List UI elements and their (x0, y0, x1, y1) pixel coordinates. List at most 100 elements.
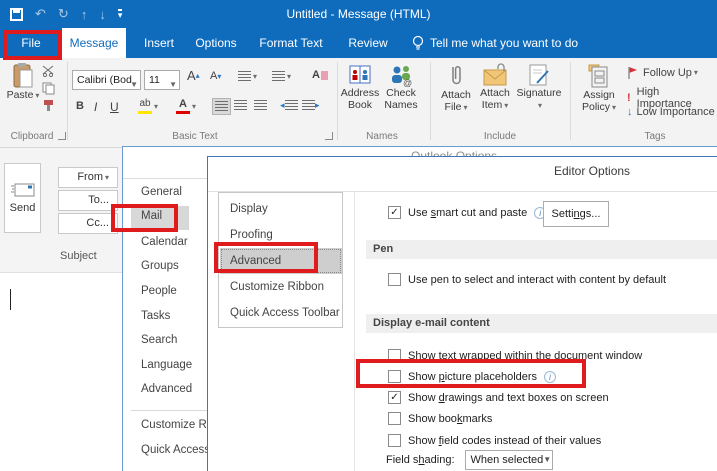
tab-message[interactable]: Message (62, 28, 126, 58)
nav-groups[interactable]: Groups (141, 260, 179, 276)
copy-icon (42, 82, 55, 95)
send-envelope-icon (10, 183, 34, 197)
tell-me-box[interactable]: Tell me what you want to do (412, 28, 578, 58)
decrease-indent-button[interactable]: ◂ (280, 100, 298, 111)
smart-cut-paste-label: Use smart cut and paste (408, 206, 528, 219)
follow-up-button[interactable]: Follow Up (627, 66, 698, 79)
send-button[interactable]: Send (4, 163, 41, 233)
names-group-label: Names (366, 131, 398, 142)
align-left-button[interactable] (212, 98, 231, 115)
follow-up-flag-icon (628, 67, 637, 79)
use-pen-checkbox[interactable] (388, 273, 401, 286)
align-right-button[interactable] (254, 100, 267, 111)
address-book-button[interactable]: Address Book (341, 63, 379, 111)
assign-policy-icon (588, 64, 608, 88)
clipboard-dialog-launcher-icon[interactable] (58, 132, 66, 140)
assign-policy-button[interactable]: Assign Policy (578, 63, 620, 114)
grow-font-button[interactable]: A ▴ (187, 68, 200, 83)
outlook-message-window: ↶ ↻ ↑ ↓ ▾ Untitled - Message (HTML) File… (0, 0, 717, 471)
chevron-down-icon: ▼ (169, 80, 177, 89)
field-shading-dropdown[interactable]: When selected ▼ (464, 449, 553, 470)
attach-item-envelope-icon (483, 63, 507, 86)
attach-file-button[interactable]: Attach File (437, 63, 475, 114)
align-center-icon (234, 100, 247, 111)
paste-label: Paste (7, 89, 40, 101)
ribbon-tab-bar: File Message Insert Options Format Text … (0, 28, 717, 58)
to-button[interactable]: To... (58, 190, 118, 211)
nav-tasks[interactable]: Tasks (141, 310, 170, 326)
content-divider (354, 192, 355, 471)
field-shading-value: When selected (470, 453, 544, 466)
lightbulb-icon (412, 35, 424, 50)
increase-indent-button[interactable]: ▸ (302, 100, 320, 111)
tab-options[interactable]: Options (188, 28, 244, 58)
font-size-combo[interactable]: 11 ▼ (144, 70, 180, 90)
low-importance-icon: ↓ (627, 106, 633, 118)
text-highlight-button[interactable]: ab (138, 98, 158, 114)
show-bookmarks-label: Show bookmarks (408, 412, 493, 425)
attach-item-button[interactable]: Attach Item (476, 63, 514, 112)
format-painter-button[interactable] (42, 99, 55, 112)
tab-review[interactable]: Review (340, 28, 396, 58)
copy-button[interactable] (42, 82, 55, 95)
numbering-button[interactable] (272, 71, 291, 82)
display-email-section-header: Display e-mail content (366, 314, 717, 333)
pen-section-header: Pen (366, 240, 717, 259)
settings-button[interactable]: Settings... (543, 201, 609, 227)
clear-formatting-button[interactable]: A (312, 69, 328, 81)
align-left-icon (215, 101, 228, 112)
format-painter-icon (44, 100, 53, 111)
numbered-list-icon (272, 71, 285, 82)
show-drawings-row: ✓ Show drawings and text boxes on screen (388, 390, 609, 405)
show-drawings-checkbox[interactable]: ✓ (388, 391, 401, 404)
italic-button[interactable]: I (94, 100, 97, 114)
show-bookmarks-checkbox[interactable] (388, 412, 401, 425)
nav-language[interactable]: Language (141, 359, 192, 375)
font-size-value: 11 (149, 74, 160, 86)
nav-advanced[interactable]: Advanced (141, 383, 192, 399)
text-cursor (10, 289, 11, 310)
tab-format-text[interactable]: Format Text (252, 28, 330, 58)
editor-options-dialog: Editor Options Display Proofing Advanced… (207, 156, 717, 471)
cut-button[interactable] (42, 65, 56, 77)
smart-cut-paste-checkbox[interactable]: ✓ (388, 206, 401, 219)
font-name-value: Calibri (Bod (77, 74, 132, 86)
nav-separator (131, 410, 213, 411)
align-center-button[interactable] (234, 100, 247, 111)
nav-quick-access-toolbar[interactable]: Quick Access Toolbar (230, 300, 340, 326)
check-names-button[interactable]: @ Check Names (380, 63, 422, 111)
paperclip-icon (452, 66, 461, 85)
bold-button[interactable]: B (76, 100, 84, 112)
bullets-button[interactable] (238, 71, 257, 82)
use-pen-label: Use pen to select and interact with cont… (408, 273, 667, 286)
align-right-icon (254, 100, 267, 111)
scissors-icon (42, 65, 54, 77)
use-pen-row: Use pen to select and interact with cont… (388, 272, 666, 287)
cc-button[interactable]: Cc... (58, 213, 118, 234)
eraser-icon (320, 70, 328, 80)
tags-group-label: Tags (644, 131, 666, 142)
nav-people[interactable]: People (141, 285, 177, 301)
signature-button[interactable]: Signature (517, 63, 561, 112)
editor-options-title: Editor Options (554, 164, 631, 178)
nav-display[interactable]: Display (230, 196, 268, 222)
clipboard-group-label: Clipboard (10, 131, 54, 142)
nav-search[interactable]: Search (141, 334, 177, 350)
field-shading-label: Field shading: (386, 453, 455, 466)
nav-calendar[interactable]: Calendar (141, 236, 188, 252)
basic-text-dialog-launcher-icon[interactable] (325, 132, 333, 140)
show-field-codes-checkbox[interactable] (388, 434, 401, 447)
tab-insert[interactable]: Insert (131, 28, 187, 58)
subject-label: Subject (60, 250, 97, 262)
window-title: Untitled - Message (HTML) (286, 7, 431, 21)
font-color-button[interactable]: A (176, 98, 196, 114)
paste-button[interactable]: Paste (6, 62, 40, 101)
low-importance-button[interactable]: ↓ Low Importance (627, 106, 715, 118)
shrink-font-button[interactable]: A ▾ (210, 70, 221, 82)
nav-customize-ribbon[interactable]: Customize Ribbon (230, 274, 324, 300)
underline-button[interactable]: U (110, 100, 119, 114)
nav-general[interactable]: General (141, 186, 182, 202)
decrease-indent-icon (284, 100, 298, 111)
from-button[interactable]: From (58, 167, 118, 188)
font-name-combo[interactable]: Calibri (Bod ▼ (72, 70, 141, 90)
